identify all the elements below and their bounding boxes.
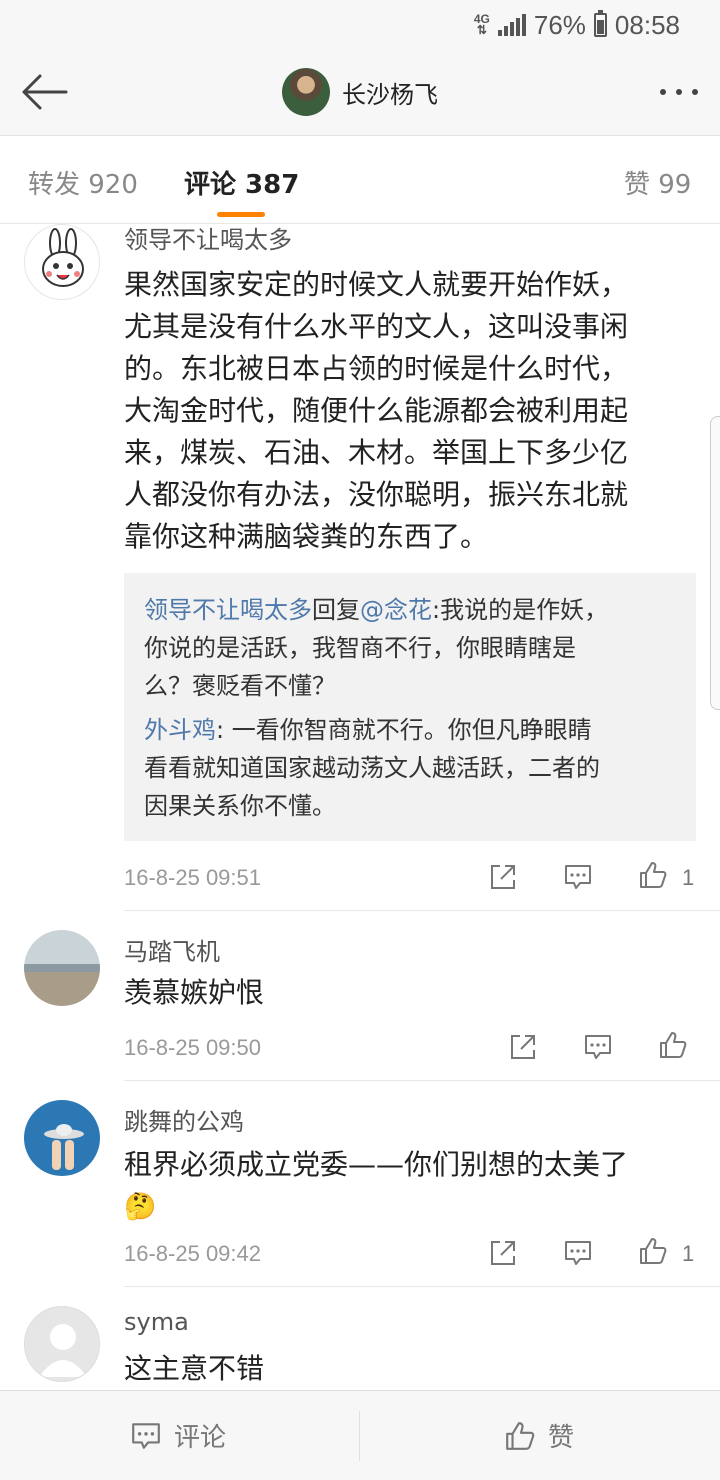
network-4g-icon: 4G ⇅: [473, 12, 490, 37]
avatar[interactable]: [24, 930, 100, 1006]
status-icons: 4G ⇅ 76% 08:58: [474, 8, 680, 42]
tab-reposts[interactable]: 转发 920: [28, 164, 138, 201]
comment-author[interactable]: 跳舞的公鸡: [124, 1102, 244, 1137]
like-icon[interactable]: [638, 860, 668, 890]
share-icon[interactable]: [488, 862, 518, 892]
comment-time: 16-8-25 09:42: [124, 1241, 261, 1266]
reply-text: :我说的是作妖，: [432, 596, 609, 624]
reply-author[interactable]: 领导不让喝太多: [144, 596, 312, 624]
reply-author[interactable]: 外斗鸡: [144, 716, 216, 744]
divider: [124, 1080, 720, 1081]
back-arrow-icon: [22, 74, 68, 110]
comment-line: 人都没你有办法，没你聪明，振兴东北就: [124, 478, 629, 511]
battery-percent: 76%: [533, 9, 586, 40]
comment-text: 羡慕嫉妒恨: [124, 976, 265, 1009]
ufo-avatar-icon: [44, 1124, 84, 1170]
tab-likes[interactable]: 赞 99: [624, 164, 691, 201]
comment-icon: [132, 1422, 160, 1449]
comment-item: 跳舞的公鸡 租界必须成立党委——你们别想的太美了 🤔: [0, 1100, 720, 1286]
comment-line: 果然国家安定的时候文人就要开始作妖，: [124, 268, 629, 301]
profile-header[interactable]: 长沙杨飞: [282, 68, 438, 116]
clock: 08:58: [614, 9, 680, 40]
reply-text: 因果关系你不懂。: [144, 792, 336, 820]
signal-icon: [497, 14, 526, 36]
comment-line: 尤其是没有什么水平的文人，这叫没事闲: [124, 310, 629, 343]
avatar[interactable]: [282, 68, 330, 116]
like-count: 1: [682, 865, 695, 890]
reply-item: 领导不让喝太多回复@念花:我说的是作妖， 你说的是活跃，我智商不行，你眼睛瞎是 …: [144, 591, 676, 705]
page-title: 长沙杨飞: [342, 80, 438, 109]
divider: [124, 910, 720, 911]
comment-time: 16-8-25 09:50: [124, 1035, 261, 1060]
like-icon[interactable]: [658, 1030, 688, 1060]
app-header: 长沙杨飞: [0, 50, 720, 136]
comment-line: 来，煤炭、石油、木材。举国上下多少亿: [124, 436, 629, 469]
battery-icon: [593, 10, 607, 37]
reply-text: 么？褒贬看不懂？: [144, 672, 336, 700]
reply-word: 回复: [312, 596, 360, 624]
comment-author[interactable]: syma: [124, 1308, 189, 1336]
reply-icon[interactable]: [563, 862, 593, 892]
thinking-emoji-icon: 🤔: [124, 1192, 157, 1222]
comment-button[interactable]: 评论: [130, 1417, 226, 1454]
scrollbar[interactable]: [710, 416, 720, 710]
share-icon[interactable]: [508, 1032, 538, 1062]
reply-text: 看看就知道国家越动荡文人越活跃，二者的: [144, 754, 600, 782]
reply-text: : 一看你智商就不行。你但凡睁眼睛: [216, 716, 592, 744]
tab-comments[interactable]: 评论 387: [184, 164, 299, 201]
comment-line: 租界必须成立党委——你们别想的太美了: [124, 1148, 629, 1181]
more-dots-icon: [660, 89, 666, 95]
comment-time: 16-8-25 09:51: [124, 865, 261, 890]
reply-item: 外斗鸡: 一看你智商就不行。你但凡睁眼睛 看看就知道国家越动荡文人越活跃，二者的…: [144, 711, 676, 825]
reply-text: 你说的是活跃，我智商不行，你眼睛瞎是: [144, 634, 576, 662]
comment-text: 果然国家安定的时候文人就要开始作妖， 尤其是没有什么水平的文人，这叫没事闲 的。…: [124, 264, 696, 558]
rabbit-emoji-avatar-icon: [42, 228, 84, 287]
reply-thread[interactable]: 领导不让喝太多回复@念花:我说的是作妖， 你说的是活跃，我智商不行，你眼睛瞎是 …: [124, 573, 696, 841]
comment-author[interactable]: 马踏飞机: [124, 932, 220, 967]
like-count: 1: [682, 1241, 695, 1266]
network-label: 4G: [473, 12, 490, 26]
tab-bar: 转发 920 评论 387 赞 99: [0, 136, 720, 224]
comment-item: syma 这主意不错: [0, 1306, 720, 1390]
avatar[interactable]: [24, 1100, 100, 1176]
comment-line: 靠你这种满脑袋粪的东西了。: [124, 520, 489, 553]
bottom-action-bar: 评论 赞: [0, 1390, 720, 1480]
comment-text: 这主意不错: [124, 1352, 265, 1385]
active-tab-indicator: [217, 212, 265, 217]
default-user-avatar-icon: [39, 1324, 87, 1377]
comment-author[interactable]: 领导不让喝太多: [124, 220, 292, 255]
status-bar: 4G ⇅ 76% 08:58: [0, 0, 720, 50]
like-icon[interactable]: [638, 1236, 668, 1266]
separator: [359, 1411, 360, 1461]
like-button-label: 赞: [548, 1423, 575, 1453]
back-button[interactable]: [20, 72, 68, 112]
avatar[interactable]: [24, 1306, 100, 1382]
divider: [124, 1286, 720, 1287]
like-button[interactable]: 赞: [504, 1417, 574, 1454]
mention-link[interactable]: @念花: [360, 596, 432, 624]
comment-button-label: 评论: [174, 1423, 227, 1453]
reply-icon[interactable]: [583, 1032, 613, 1062]
reply-icon[interactable]: [563, 1238, 593, 1268]
avatar[interactable]: [24, 224, 100, 300]
comment-text: 租界必须成立党委——你们别想的太美了 🤔: [124, 1144, 696, 1228]
thumbs-up-icon: [506, 1421, 535, 1450]
more-options-button[interactable]: [660, 80, 698, 104]
comment-line: 的。东北被日本占领的时候是什么时代，: [124, 352, 629, 385]
comment-line: 大淘金时代，随便什么能源都会被利用起: [124, 394, 629, 427]
share-icon[interactable]: [488, 1238, 518, 1268]
